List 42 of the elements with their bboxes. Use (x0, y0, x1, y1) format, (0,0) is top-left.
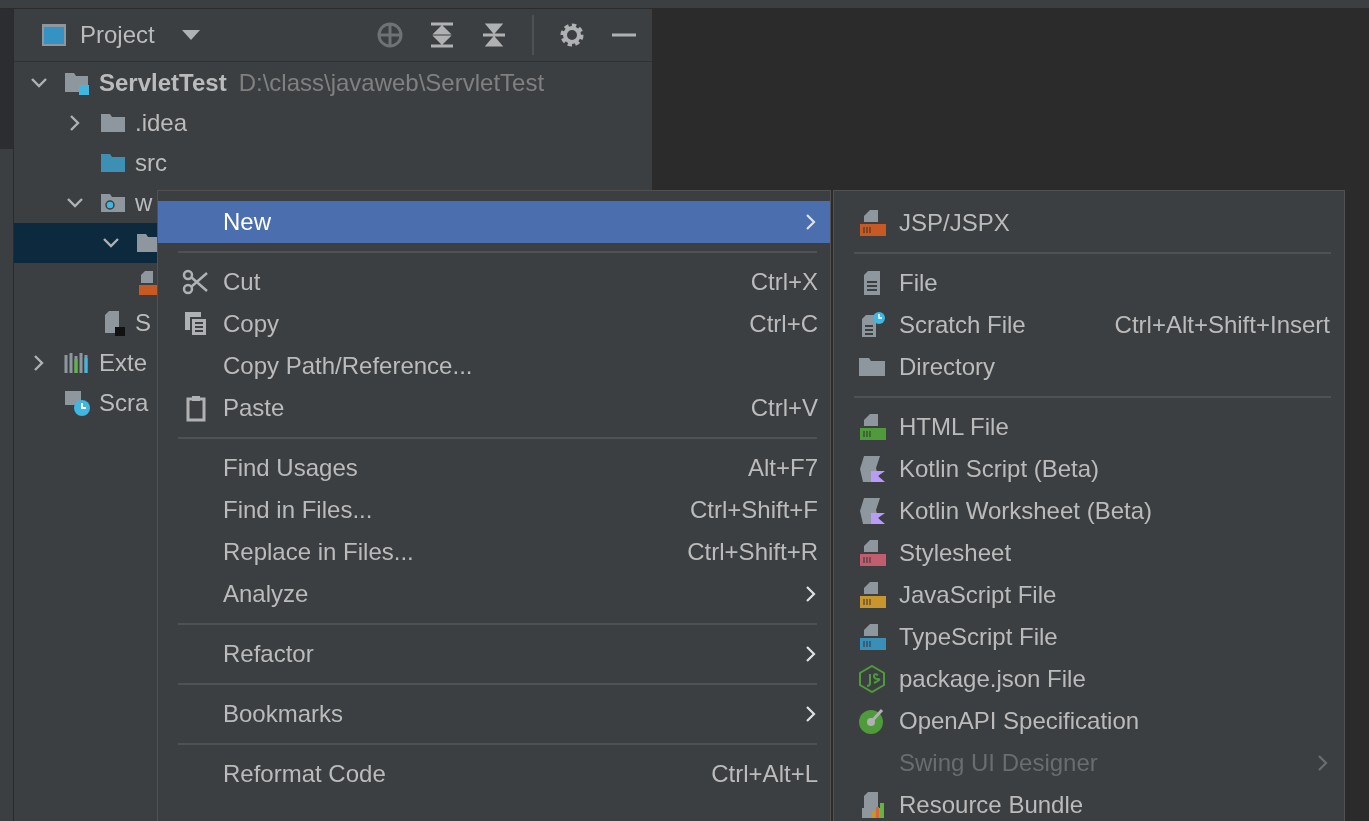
menu-label: Directory (899, 353, 996, 381)
menu-label: New (223, 208, 272, 236)
shortcut-text: Ctrl+C (749, 310, 818, 338)
menu-label: Bookmarks (223, 700, 345, 728)
tree-label: S (135, 309, 151, 337)
shortcut-text: Alt+F7 (747, 454, 818, 482)
shortcut-text: Ctrl+V (750, 394, 818, 422)
menu-label: Stylesheet (899, 539, 1013, 567)
menu-label: Copy Path/Reference... (223, 352, 474, 380)
shortcut-text: Ctrl+Shift+F (689, 496, 818, 524)
path-text: D:\class\javaweb\ServletTest (238, 69, 545, 97)
menu-label: Kotlin Script (Beta) (899, 455, 1101, 483)
menu-label: Kotlin Worksheet (Beta) (899, 497, 1153, 525)
shortcut-text: Ctrl+Alt+L (711, 760, 818, 788)
panel-title: Project (80, 21, 155, 49)
shortcut-text: Ctrl+X (750, 268, 818, 296)
tree-label: w (135, 189, 153, 217)
menu-label: Find Usages (223, 454, 359, 482)
menu-label: OpenAPI Specification (899, 707, 1141, 735)
menu-label: Refactor (223, 640, 315, 668)
menu-label: Scratch File (899, 311, 1027, 339)
menu-label: HTML File (899, 413, 1010, 441)
tree-label: Scra (99, 389, 149, 417)
menu-label: Copy (223, 310, 281, 338)
menu-label: Reformat Code (223, 760, 387, 788)
menu-label: package.json File (899, 665, 1087, 693)
tree-label: .idea (135, 109, 188, 137)
menu-label: Analyze (223, 580, 310, 608)
tree-label: ServletTest (99, 69, 227, 97)
tree-label: Exte (99, 349, 148, 377)
menu-label: Paste (223, 394, 286, 422)
menu-label: JavaScript File (899, 581, 1058, 609)
menu-label: JSP/JSPX (899, 209, 1011, 237)
shortcut-text: Ctrl+Shift+R (687, 538, 818, 566)
menu-label: Cut (223, 268, 262, 296)
menu-label: Find in Files... (223, 496, 374, 524)
menu-label: Resource Bundle (899, 791, 1085, 819)
menu-label: TypeScript File (899, 623, 1059, 651)
menu-label: File (899, 269, 939, 297)
shortcut-text: Ctrl+Alt+Shift+Insert (1114, 311, 1330, 339)
tree-label: src (135, 149, 167, 177)
menu-label: Replace in Files... (223, 538, 415, 566)
